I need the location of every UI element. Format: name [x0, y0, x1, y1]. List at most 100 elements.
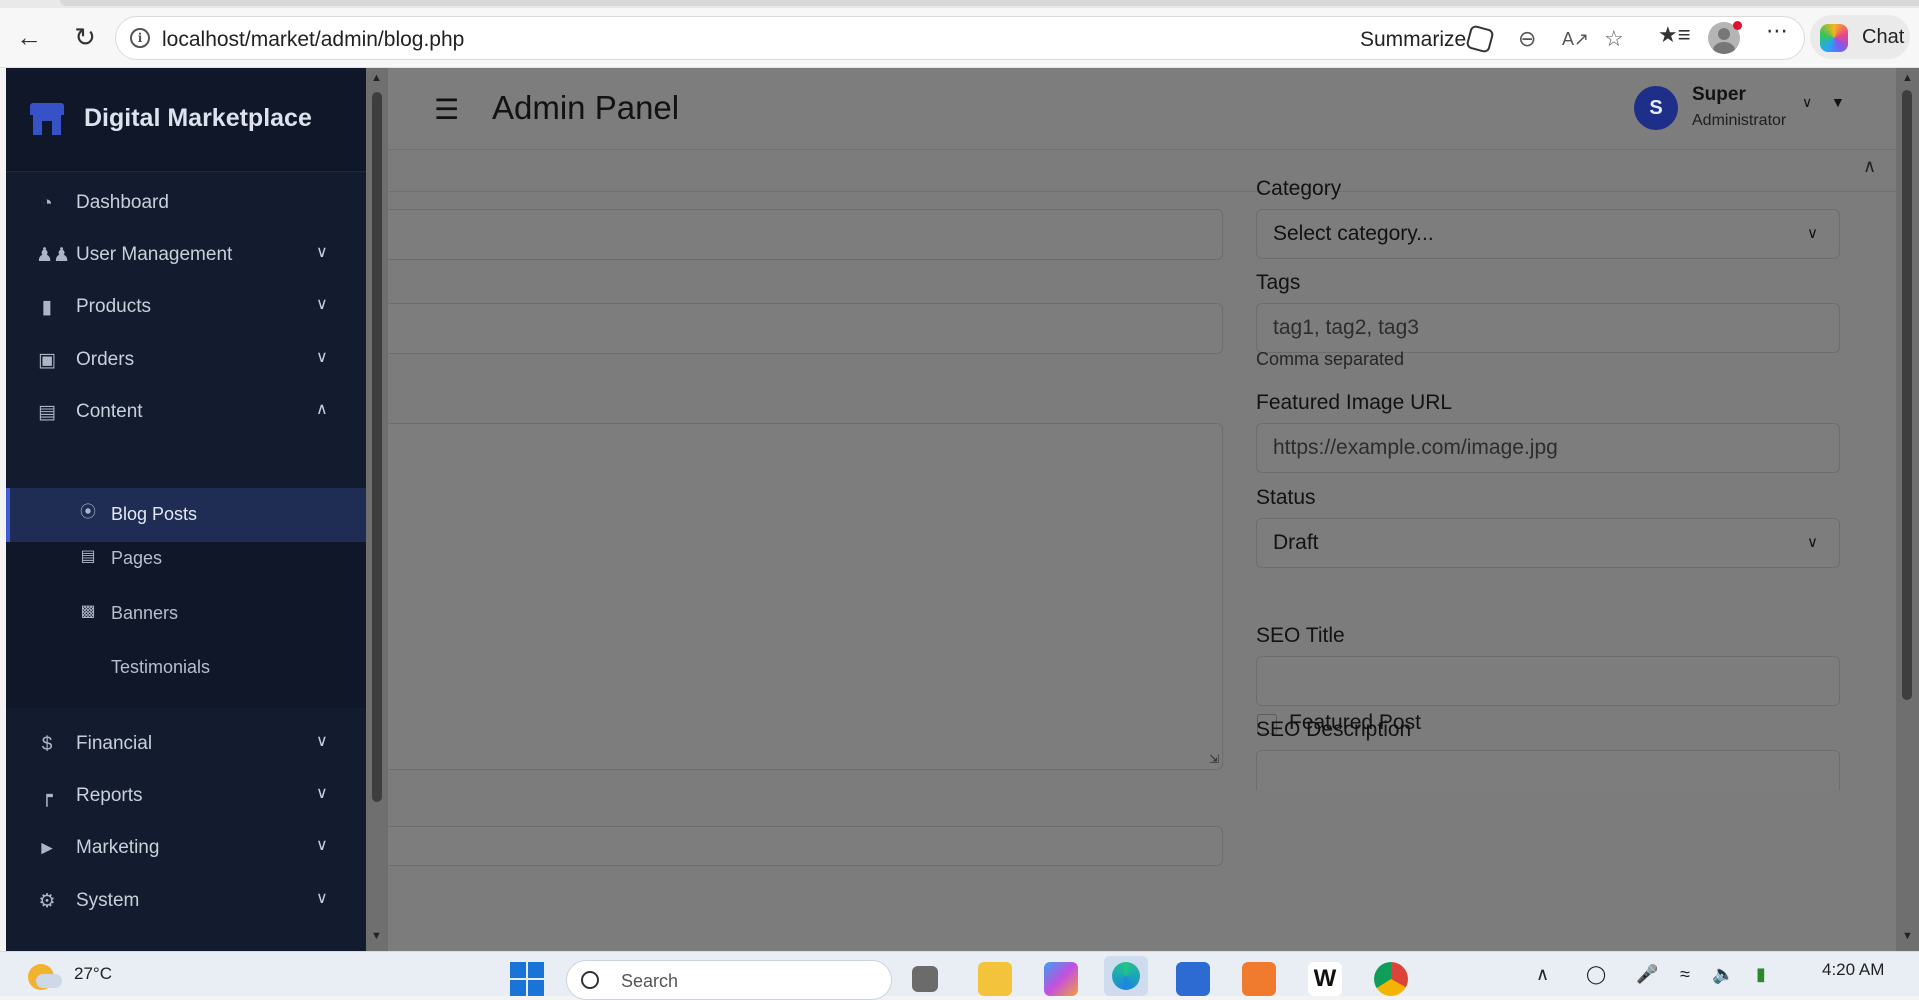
chart-icon: ┍ [41, 786, 53, 807]
seo-title-input[interactable] [1256, 656, 1840, 706]
read-aloud-icon[interactable]: A↗ [1562, 29, 1589, 50]
seo-description-input[interactable] [1256, 750, 1840, 790]
image-icon: ▩ [80, 603, 96, 620]
summarize-icon[interactable] [1465, 24, 1495, 54]
status-select[interactable]: Draft ∨ [1256, 518, 1840, 568]
back-arrow-icon[interactable]: ← [14, 22, 44, 52]
caret-down-icon[interactable]: ▼ [1831, 94, 1845, 110]
collapse-chevron-up-icon[interactable]: ∧ [1863, 156, 1876, 177]
chevron-down-icon: ∨ [316, 349, 328, 366]
sidebar-item-user-management[interactable]: ♟♟ User Management ∨ [6, 228, 366, 284]
sidebar-item-label: Content [76, 401, 143, 422]
gauge-icon: ◔ [41, 193, 53, 214]
chevron-down-icon[interactable]: ∨ [1802, 94, 1812, 111]
chrome-icon[interactable] [1374, 962, 1408, 996]
sidebar: Digital Marketplace ◔ Dashboard ♟♟ User … [6, 68, 366, 951]
site-info-icon[interactable]: i [130, 28, 150, 48]
admin-topbar: ☰ Admin Panel S Super Administrator ∨ ▼ [388, 68, 1898, 150]
page-scroll-thumb[interactable] [1902, 90, 1912, 700]
sidebar-scroll-thumb[interactable] [372, 92, 382, 802]
sidebar-item-label: Testimonials [111, 657, 211, 677]
seo-title-label: SEO Title [1256, 624, 1345, 647]
sidebar-item-products[interactable]: ▮ Products ∨ [6, 280, 366, 336]
dollar-icon: $ [41, 734, 53, 755]
chevron-down-icon: ∨ [316, 785, 328, 802]
page-scrollbar[interactable]: ▲ ▼ [1896, 68, 1919, 951]
slug-input[interactable] [388, 303, 1223, 354]
hamburger-menu-icon[interactable]: ☰ [434, 93, 459, 126]
category-select[interactable]: Select category... ∨ [1256, 209, 1840, 259]
chevron-down-icon: ∨ [316, 296, 328, 313]
favorite-star-icon[interactable]: ☆ [1604, 26, 1624, 52]
tab-strip [0, 0, 1919, 8]
copilot-icon [1820, 24, 1848, 52]
volume-icon[interactable]: 🔈 [1712, 964, 1734, 985]
favorites-icon[interactable]: ★≡ [1658, 22, 1691, 48]
sidebar-scrollbar[interactable]: ▲ ▼ [366, 68, 388, 951]
scroll-down-arrow-icon[interactable]: ▼ [371, 930, 382, 942]
content-textarea[interactable]: ⇲ [388, 423, 1223, 770]
windows-start-icon[interactable] [510, 962, 544, 996]
sidebar-item-financial[interactable]: $ Financial ∨ [6, 717, 366, 773]
zoom-out-icon[interactable]: ⊖ [1518, 26, 1536, 52]
user-avatar[interactable]: S [1634, 86, 1678, 130]
url-text[interactable]: localhost/market/admin/blog.php [162, 28, 464, 52]
chevron-down-icon: ∨ [1807, 534, 1818, 551]
browser-toolbar: ← ↻ i localhost/market/admin/blog.php Su… [0, 0, 1919, 68]
brand-header[interactable]: Digital Marketplace [6, 68, 366, 172]
sidebar-item-system[interactable]: ⚙ System ∨ [6, 874, 366, 930]
tags-input[interactable]: tag1, tag2, tag3 [1256, 303, 1840, 353]
sidebar-item-label: Dashboard [76, 192, 169, 213]
featured-image-label: Featured Image URL [1256, 391, 1453, 414]
wifi-icon[interactable]: ≈ [1680, 964, 1690, 985]
sidebar-item-banners[interactable]: ▩ Banners [6, 587, 366, 641]
sidebar-item-label: User Management [76, 244, 233, 265]
featured-image-input[interactable]: https://example.com/image.jpg [1256, 423, 1840, 473]
weather-temperature[interactable]: 27°C [74, 964, 112, 984]
summarize-button[interactable]: Summarize [1360, 28, 1466, 52]
edge-browser-icon[interactable] [1104, 956, 1148, 996]
refresh-icon[interactable]: ↻ [70, 22, 100, 52]
user-name[interactable]: Super [1692, 84, 1746, 106]
resize-handle-icon[interactable]: ⇲ [1209, 752, 1219, 766]
windows-taskbar: 27°C Search W ∧ ◯ 🎤 ≈ 🔈 ▮ 4:20 AM [0, 951, 1919, 1000]
category-label: Category [1256, 177, 1342, 200]
taskbar-clock[interactable]: 4:20 AM [1822, 960, 1884, 980]
title-input[interactable] [388, 209, 1223, 260]
active-tab-edge[interactable] [60, 0, 1919, 6]
scroll-up-arrow-icon[interactable]: ▲ [371, 72, 382, 84]
tags-placeholder: tag1, tag2, tag3 [1273, 316, 1419, 339]
sidebar-item-marketing[interactable]: ► Marketing ∨ [6, 821, 366, 877]
sidebar-item-dashboard[interactable]: ◔ Dashboard [6, 176, 366, 232]
chevron-down-icon: ∨ [316, 733, 328, 750]
users-icon: ♟♟ [36, 245, 71, 266]
chevron-up-icon[interactable]: ∧ [1536, 964, 1549, 985]
copilot-app-icon[interactable] [1044, 962, 1078, 996]
address-bar[interactable]: i localhost/market/admin/blog.php Summar… [115, 16, 1805, 60]
scroll-down-arrow-icon[interactable]: ▼ [1902, 930, 1913, 942]
microsoft-store-icon[interactable] [1176, 962, 1210, 996]
copilot-chat-button[interactable]: Chat [1810, 15, 1910, 59]
microphone-icon[interactable]: 🎤 [1636, 964, 1658, 985]
status-selected-value: Draft [1273, 531, 1319, 554]
taskbar-search[interactable]: Search [566, 960, 892, 1000]
sidebar-item-label: System [76, 890, 140, 911]
notification-dot [1733, 21, 1742, 30]
sidebar-item-orders[interactable]: ▣ Orders ∨ [6, 333, 366, 389]
sidebar-item-pages[interactable]: ▤ Pages [6, 532, 366, 586]
focus-assist-icon[interactable]: ◯ [1586, 964, 1606, 985]
sidebar-item-content[interactable]: ▤ Content ∧ [6, 385, 366, 441]
xampp-icon[interactable] [1242, 962, 1276, 996]
battery-icon[interactable]: ▮ [1756, 964, 1766, 985]
more-options-icon[interactable]: ⋯ [1766, 18, 1788, 44]
app-w-icon[interactable]: W [1308, 962, 1342, 996]
chevron-down-icon: ∨ [316, 890, 328, 907]
sidebar-item-reports[interactable]: ┍ Reports ∨ [6, 769, 366, 825]
task-view-icon[interactable] [912, 966, 938, 992]
sidebar-item-label: Blog Posts [111, 504, 198, 524]
sidebar-item-testimonials[interactable]: Testimonials [6, 641, 366, 695]
file-explorer-icon[interactable] [978, 962, 1012, 996]
scroll-up-arrow-icon[interactable]: ▲ [1902, 72, 1913, 84]
excerpt-input[interactable] [388, 826, 1223, 866]
sidebar-item-label: Pages [111, 548, 163, 568]
